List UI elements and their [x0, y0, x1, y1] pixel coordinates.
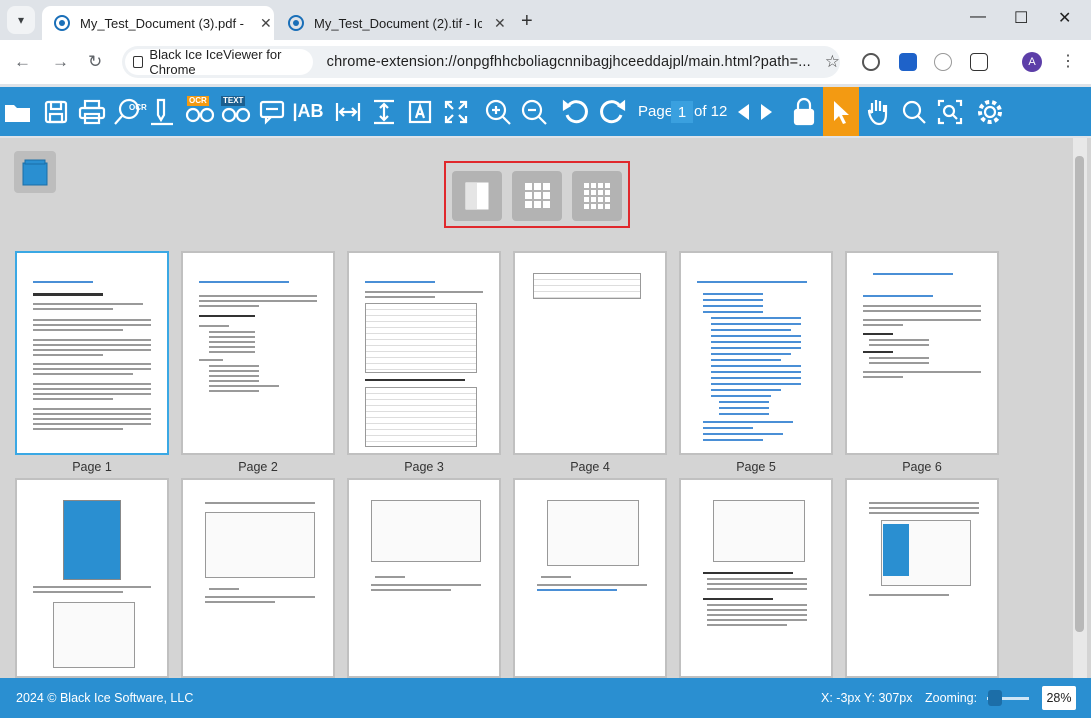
page-thumbnail[interactable] — [15, 251, 169, 455]
back-arrow-icon[interactable]: ← — [14, 52, 31, 72]
thumbnail-label: Page 3 — [404, 460, 444, 474]
tab-title: My_Test_Document (3).pdf - Ice — [80, 15, 248, 31]
text-badge: TEXT — [221, 96, 246, 106]
annotation-comment-icon[interactable] — [254, 87, 290, 136]
grid-3x3-icon — [525, 183, 550, 208]
page-thumbnail[interactable] — [845, 478, 999, 678]
bookmark-star-icon[interactable]: ☆ — [825, 52, 840, 72]
fit-width-icon[interactable] — [330, 87, 366, 136]
extension-gear-icon[interactable] — [934, 53, 952, 71]
zoom-in-icon[interactable] — [480, 87, 516, 136]
thumbnail-label: Page 6 — [902, 460, 942, 474]
page-number-input[interactable]: 1 — [671, 101, 693, 123]
sign-pen-icon[interactable] — [146, 87, 178, 136]
iceviewer-favicon-icon — [288, 15, 304, 31]
tab-search-button[interactable]: ▾ — [7, 6, 35, 34]
layout-selector — [444, 161, 630, 228]
next-page-icon[interactable] — [754, 87, 778, 136]
thumbnail-label: Page 4 — [570, 460, 610, 474]
page-thumbnail[interactable] — [845, 251, 999, 455]
chevron-down-icon: ▾ — [17, 13, 25, 27]
vertical-scrollbar[interactable] — [1073, 138, 1087, 678]
minimize-icon[interactable]: — — [970, 8, 986, 26]
url-text[interactable]: chrome-extension://onpgfhhcboliagcnnibag… — [327, 54, 811, 70]
zoom-area-icon[interactable] — [932, 87, 968, 136]
page-thumbnail[interactable] — [347, 478, 501, 678]
iceviewer-favicon-icon — [54, 15, 70, 31]
zoom-out-icon[interactable] — [516, 87, 552, 136]
rotate-right-icon[interactable] — [594, 87, 630, 136]
print-icon[interactable] — [74, 87, 110, 136]
pan-hand-icon[interactable] — [860, 87, 896, 136]
fullscreen-icon[interactable] — [438, 87, 474, 136]
extensions-puzzle-icon[interactable] — [970, 53, 988, 71]
text-tool-label: AB — [297, 101, 324, 121]
zoom-label: Zooming: — [925, 691, 978, 705]
thumbnail-work-area: Page 1 Page 2 Page 3 Page 4 Page 5 Page … — [0, 138, 1091, 678]
zoom-value-input[interactable]: 28% — [1042, 686, 1076, 710]
page-thumbnail[interactable] — [679, 251, 833, 455]
scrollbar-thumb[interactable] — [1075, 156, 1084, 632]
layout-single-page-button[interactable] — [452, 171, 502, 221]
ocr-search-icon[interactable]: OCR — [110, 87, 147, 136]
omnibox[interactable]: Black Ice IceViewer for Chrome chrome-ex… — [122, 46, 840, 78]
tab-inactive[interactable]: My_Test_Document (2).tif - IceV ✕ — [276, 6, 510, 40]
actual-size-icon[interactable] — [402, 87, 438, 136]
copyright-text: 2024 © Black Ice Software, LLC — [16, 691, 194, 705]
page-label: Page — [638, 103, 674, 120]
page-thumbnail[interactable] — [347, 251, 501, 455]
site-info-chip[interactable]: Black Ice IceViewer for Chrome — [125, 47, 313, 77]
grid-4x4-icon — [584, 183, 610, 209]
page-thumbnail[interactable] — [15, 478, 169, 678]
cursor-coordinates: X: -3px Y: 307px — [821, 691, 913, 705]
magnifier-icon[interactable] — [896, 87, 932, 136]
page-thumbnail[interactable] — [679, 478, 833, 678]
extension-blue-icon[interactable] — [899, 53, 917, 71]
page-thumbnail[interactable] — [181, 251, 335, 455]
extension-puzzle-icon — [133, 56, 144, 68]
previous-page-icon[interactable] — [732, 87, 756, 136]
page-thumbnail[interactable] — [513, 251, 667, 455]
select-pointer-icon[interactable] — [823, 87, 859, 136]
extension-g-icon[interactable] — [862, 53, 880, 71]
tab-title: My_Test_Document (2).tif - IceV — [314, 15, 482, 31]
viewer-toolbar: OCR OCR TEXT |AB Page 1 of 12 — [0, 87, 1091, 136]
text-binoculars-icon[interactable]: TEXT — [218, 87, 254, 136]
single-page-icon — [465, 182, 489, 210]
layout-grid-3x3-button[interactable] — [512, 171, 562, 221]
pages-stack-icon — [22, 159, 48, 186]
lock-icon[interactable] — [786, 87, 822, 136]
address-bar-row: ← → ↻ Black Ice IceViewer for Chrome chr… — [0, 40, 1091, 84]
save-icon[interactable] — [38, 87, 74, 136]
close-icon[interactable]: ✕ — [260, 15, 272, 32]
forward-arrow-icon[interactable]: → — [52, 52, 69, 72]
sidebar-toggle-button[interactable] — [14, 151, 56, 193]
tab-active[interactable]: My_Test_Document (3).pdf - Ice ✕ — [42, 6, 274, 40]
ocr-binoculars-icon[interactable]: OCR — [182, 87, 218, 136]
thumbnail-label: Page 5 — [736, 460, 776, 474]
status-bar: 2024 © Black Ice Software, LLC X: -3px Y… — [0, 678, 1091, 718]
fit-height-icon[interactable] — [366, 87, 402, 136]
page-thumbnail[interactable] — [513, 478, 667, 678]
reload-icon[interactable]: ↻ — [88, 52, 102, 72]
settings-gear-icon[interactable] — [972, 87, 1008, 136]
ocr-badge-orange: OCR — [187, 96, 209, 106]
window-close-icon[interactable]: ✕ — [1058, 8, 1071, 28]
browser-tab-strip: ▾ My_Test_Document (3).pdf - Ice ✕ My_Te… — [0, 0, 1091, 40]
browser-menu-icon[interactable]: ⋮ — [1060, 51, 1076, 71]
open-folder-icon[interactable] — [0, 87, 36, 136]
close-icon[interactable]: ✕ — [494, 15, 506, 32]
zoom-slider-handle[interactable] — [988, 690, 1002, 706]
maximize-icon[interactable]: ☐ — [1014, 8, 1028, 28]
layout-grid-4x4-button[interactable] — [572, 171, 622, 221]
rotate-left-icon[interactable] — [558, 87, 594, 136]
text-select-tool[interactable]: |AB — [290, 87, 326, 136]
page-count: of 12 — [694, 103, 728, 120]
profile-avatar[interactable]: A — [1022, 52, 1042, 72]
site-chip-label: Black Ice IceViewer for Chrome — [149, 47, 282, 77]
new-tab-button[interactable]: + — [521, 10, 533, 33]
page-thumbnail[interactable] — [181, 478, 335, 678]
thumbnail-label: Page 2 — [238, 460, 278, 474]
thumbnail-label: Page 1 — [72, 460, 112, 474]
